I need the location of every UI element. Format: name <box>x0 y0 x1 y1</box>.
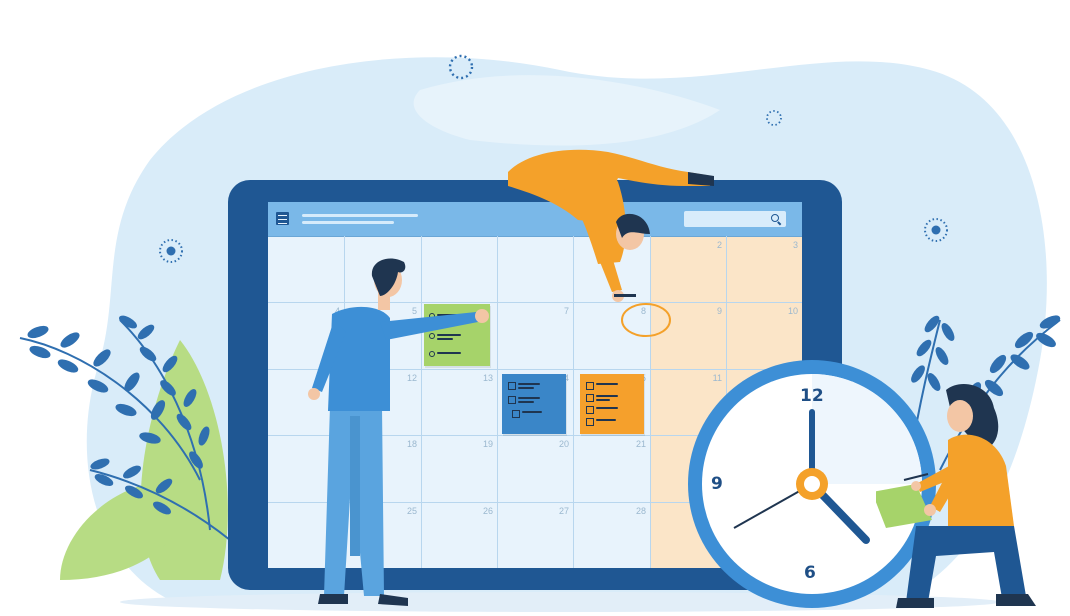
illustration-scene: 23457891012131415111819202125262728 <box>0 0 1070 615</box>
clock-numeral-9: 9 <box>711 474 723 494</box>
person-leaning-over <box>508 149 714 302</box>
header-subtitle-placeholder <box>302 221 394 224</box>
dotted-ring-icon <box>924 218 948 242</box>
person-standing-man <box>308 258 489 606</box>
dotted-ring-icon <box>159 239 183 263</box>
calendar-day-number: 20 <box>558 439 569 449</box>
calendar-day-number: 21 <box>635 439 646 449</box>
dotted-ring-icon <box>766 110 782 126</box>
calendar-day-number: 27 <box>558 506 569 516</box>
menu-icon <box>276 212 289 225</box>
header-title-placeholder <box>302 214 418 217</box>
calendar-day-number: 28 <box>635 506 646 516</box>
calendar-day-number: 10 <box>787 306 798 316</box>
calendar-day-number: 3 <box>792 240 798 250</box>
sticky-note-orange <box>580 374 644 434</box>
clock-numeral-6: 6 <box>804 563 816 583</box>
search-icon <box>771 214 779 222</box>
person-kneeling-woman <box>876 384 1036 608</box>
dotted-ring-icon <box>448 54 474 80</box>
clock-numeral-12: 12 <box>800 386 824 406</box>
sticky-note-blue <box>502 374 566 434</box>
left-plants <box>19 315 231 580</box>
